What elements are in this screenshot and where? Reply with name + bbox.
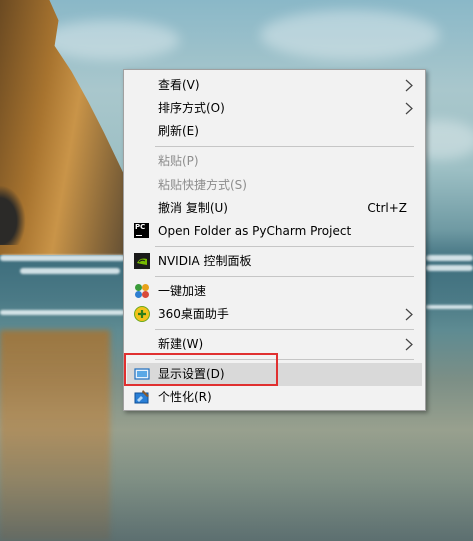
wave	[0, 255, 125, 261]
menu-item-label: 一键加速	[158, 284, 207, 298]
pycharm-icon: PC	[134, 223, 149, 238]
menu-item-label: 个性化(R)	[158, 390, 212, 404]
menu-item-personalize[interactable]: 个性化(R)	[127, 386, 422, 409]
menu-item-label: 360桌面助手	[158, 307, 229, 321]
menu-item-undo-copy[interactable]: 撤消 复制(U) Ctrl+Z	[127, 197, 422, 220]
menu-separator	[155, 276, 414, 277]
menu-item-paste-shortcut[interactable]: 粘贴快捷方式(S)	[127, 174, 422, 197]
menu-item-label: 查看(V)	[158, 78, 200, 92]
menu-item-shortcut: Ctrl+Z	[367, 201, 407, 215]
menu-item-360-desktop-assistant[interactable]: 360桌面助手	[127, 303, 422, 326]
cloud	[40, 20, 180, 60]
menu-separator	[155, 146, 414, 147]
menu-item-label: 排序方式(O)	[158, 101, 225, 115]
chevron-right-icon	[405, 308, 413, 321]
menu-item-paste[interactable]: 粘贴(P)	[127, 150, 422, 173]
cliff-arch	[0, 185, 26, 245]
menu-item-label: NVIDIA 控制面板	[158, 254, 252, 268]
chevron-right-icon	[405, 102, 413, 115]
menu-item-label: 粘贴快捷方式(S)	[158, 178, 247, 192]
menu-item-open-folder-pycharm[interactable]: PC Open Folder as PyCharm Project	[127, 220, 422, 243]
menu-item-nvidia-control-panel[interactable]: NVIDIA 控制面板	[127, 250, 422, 273]
personalize-icon	[134, 390, 149, 404]
360-assistant-icon	[134, 306, 150, 322]
chevron-right-icon	[405, 338, 413, 351]
menu-separator	[155, 246, 414, 247]
menu-item-sort-by[interactable]: 排序方式(O)	[127, 97, 422, 120]
menu-item-one-click-speedup[interactable]: 一键加速	[127, 280, 422, 303]
menu-item-refresh[interactable]: 刷新(E)	[127, 120, 422, 143]
menu-item-label: 粘贴(P)	[158, 154, 199, 168]
menu-item-label: 刷新(E)	[158, 124, 199, 138]
menu-item-label: Open Folder as PyCharm Project	[158, 224, 352, 238]
highlight-annotation-box	[124, 353, 278, 386]
menu-separator	[155, 329, 414, 330]
menu-item-label: 撤消 复制(U)	[158, 201, 228, 215]
menu-item-view[interactable]: 查看(V)	[127, 74, 422, 97]
cloud	[260, 10, 440, 60]
wave	[426, 265, 473, 271]
cliff-reflection	[0, 330, 110, 541]
wave	[426, 255, 473, 261]
wave	[0, 310, 125, 315]
chevron-right-icon	[405, 79, 413, 92]
nvidia-icon	[134, 253, 150, 269]
speedup-icon	[135, 284, 149, 298]
wave	[426, 305, 473, 309]
wave	[20, 268, 120, 274]
